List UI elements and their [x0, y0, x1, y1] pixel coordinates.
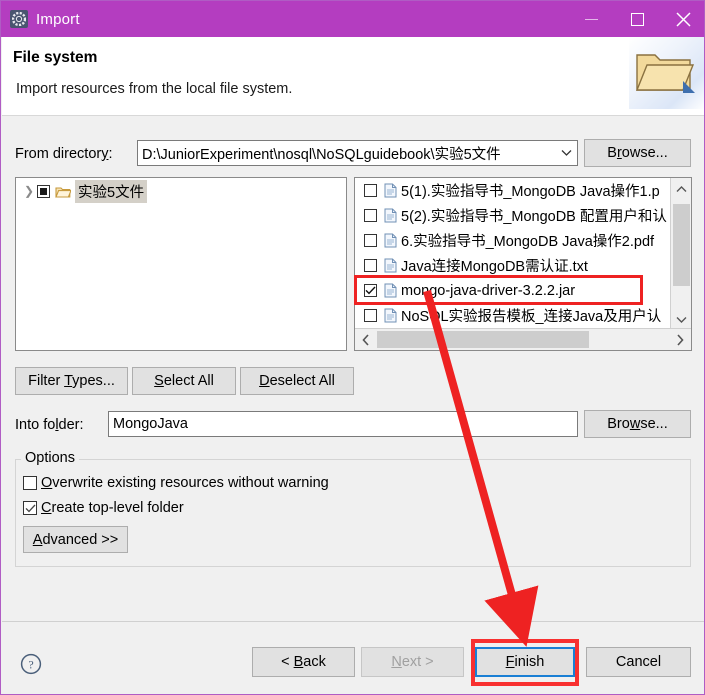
- import-dialog: Import File system Import resources from…: [0, 0, 705, 695]
- tree-node-root[interactable]: ❯ 实验5文件: [16, 179, 346, 203]
- list-item[interactable]: 6.实验指导书_MongoDB Java操作2.pdf: [355, 228, 670, 253]
- page-header: File system Import resources from the lo…: [2, 37, 704, 116]
- list-item-selected[interactable]: mongo-java-driver-3.2.2.jar: [355, 278, 670, 303]
- select-all-label: Select All: [154, 373, 214, 389]
- next-label: Next >: [391, 654, 434, 670]
- chevron-right-icon[interactable]: [669, 329, 691, 350]
- create-top-level-folder-label: Create top-level folder: [41, 500, 184, 516]
- question-mark-icon[interactable]: ?: [20, 653, 42, 680]
- tree-node-label: 实验5文件: [75, 179, 148, 203]
- file-name: 5(1).实验指导书_MongoDB Java操作1.p: [401, 184, 660, 200]
- file-list: 5(1).实验指导书_MongoDB Java操作1.p 5(2).实验指导书_…: [355, 178, 670, 330]
- browse-folder-label: Browse...: [607, 416, 668, 432]
- advanced-label: Advanced >>: [32, 531, 119, 548]
- next-button: Next >: [361, 647, 464, 677]
- from-directory-combo[interactable]: D:\JuniorExperiment\nosql\NoSQLguidebook…: [137, 140, 578, 166]
- deselect-all-button[interactable]: Deselect All: [240, 367, 354, 395]
- file-icon: [384, 208, 397, 223]
- list-item[interactable]: NoSQL实验报告模板_连接Java及用户认: [355, 303, 670, 328]
- create-top-level-folder-checkbox[interactable]: [23, 501, 37, 515]
- cancel-label: Cancel: [615, 654, 662, 670]
- gear-icon: [10, 10, 28, 28]
- maximize-button[interactable]: [614, 1, 660, 37]
- into-folder-label: Into folder:: [15, 417, 84, 433]
- browse-folder-button[interactable]: Browse...: [584, 410, 691, 438]
- svg-text:?: ?: [28, 658, 33, 672]
- directory-tree-pane[interactable]: ❯ 实验5文件: [15, 177, 347, 351]
- file-checkbox[interactable]: [364, 234, 377, 247]
- title-bar: Import: [1, 1, 704, 37]
- finish-label: Finish: [505, 654, 545, 670]
- file-name: Java连接MongoDB需认证.txt: [401, 259, 588, 275]
- chevron-up-icon[interactable]: [671, 178, 691, 199]
- file-icon: [384, 283, 397, 298]
- deselect-all-label: Deselect All: [259, 373, 335, 389]
- scrollbar-thumb[interactable]: [377, 331, 589, 348]
- file-name: NoSQL实验报告模板_连接Java及用户认: [401, 309, 662, 325]
- browse-directory-label: Browse...: [607, 145, 668, 161]
- file-icon: [384, 308, 397, 323]
- back-label: < Back: [281, 654, 326, 670]
- tree-node-checkbox[interactable]: [37, 184, 50, 198]
- create-top-level-folder-row[interactable]: Create top-level folder: [23, 500, 184, 516]
- list-item[interactable]: 5(2).实验指导书_MongoDB 配置用户和认: [355, 203, 670, 228]
- file-icon: [384, 258, 397, 273]
- file-checkbox[interactable]: [364, 209, 377, 222]
- cancel-button[interactable]: Cancel: [586, 647, 691, 677]
- into-folder-input[interactable]: MongoJava: [108, 411, 578, 437]
- open-folder-icon: [629, 37, 704, 109]
- page-title: File system: [13, 49, 98, 66]
- back-button[interactable]: < Back: [252, 647, 355, 677]
- file-name: 5(2).实验指导书_MongoDB 配置用户和认: [401, 209, 667, 225]
- file-list-pane[interactable]: 5(1).实验指导书_MongoDB Java操作1.p 5(2).实验指导书_…: [354, 177, 692, 351]
- page-description: Import resources from the local file sys…: [16, 81, 293, 97]
- filter-types-label: Filter Types...: [28, 373, 115, 389]
- chevron-left-icon[interactable]: [355, 329, 377, 350]
- into-folder-value: MongoJava: [113, 416, 188, 432]
- from-directory-label: From directory:: [15, 146, 113, 162]
- list-item[interactable]: Java连接MongoDB需认证.txt: [355, 253, 670, 278]
- file-checkbox[interactable]: [364, 309, 377, 322]
- list-item[interactable]: 5(1).实验指导书_MongoDB Java操作1.p: [355, 178, 670, 203]
- scrollbar-thumb[interactable]: [673, 204, 690, 286]
- minimize-button[interactable]: [568, 1, 614, 37]
- overwrite-label: Overwrite existing resources without war…: [41, 475, 329, 491]
- file-name: mongo-java-driver-3.2.2.jar: [401, 282, 576, 299]
- overwrite-checkbox[interactable]: [23, 476, 37, 490]
- advanced-button[interactable]: Advanced >>: [23, 526, 128, 553]
- chevron-right-icon[interactable]: ❯: [21, 184, 37, 198]
- open-folder-icon: [55, 185, 71, 198]
- file-checkbox-checked[interactable]: [364, 284, 377, 297]
- file-checkbox[interactable]: [364, 259, 377, 272]
- window-title: Import: [36, 10, 80, 28]
- finish-button[interactable]: Finish: [475, 647, 575, 677]
- file-checkbox[interactable]: [364, 184, 377, 197]
- select-all-button[interactable]: Select All: [132, 367, 236, 395]
- chevron-down-icon[interactable]: [555, 149, 577, 157]
- close-icon[interactable]: [660, 1, 704, 37]
- from-directory-value: D:\JuniorExperiment\nosql\NoSQLguidebook…: [142, 146, 501, 163]
- file-name: 6.实验指导书_MongoDB Java操作2.pdf: [401, 234, 655, 250]
- chevron-down-icon[interactable]: [671, 309, 691, 330]
- browse-directory-button[interactable]: Browse...: [584, 139, 691, 167]
- file-icon: [384, 233, 397, 248]
- options-legend: Options: [21, 450, 79, 466]
- overwrite-option-row[interactable]: Overwrite existing resources without war…: [23, 475, 329, 491]
- filter-types-button[interactable]: Filter Types...: [15, 367, 128, 395]
- file-list-horizontal-scrollbar[interactable]: [355, 328, 691, 350]
- file-list-vertical-scrollbar[interactable]: [670, 178, 691, 330]
- file-icon: [384, 183, 397, 198]
